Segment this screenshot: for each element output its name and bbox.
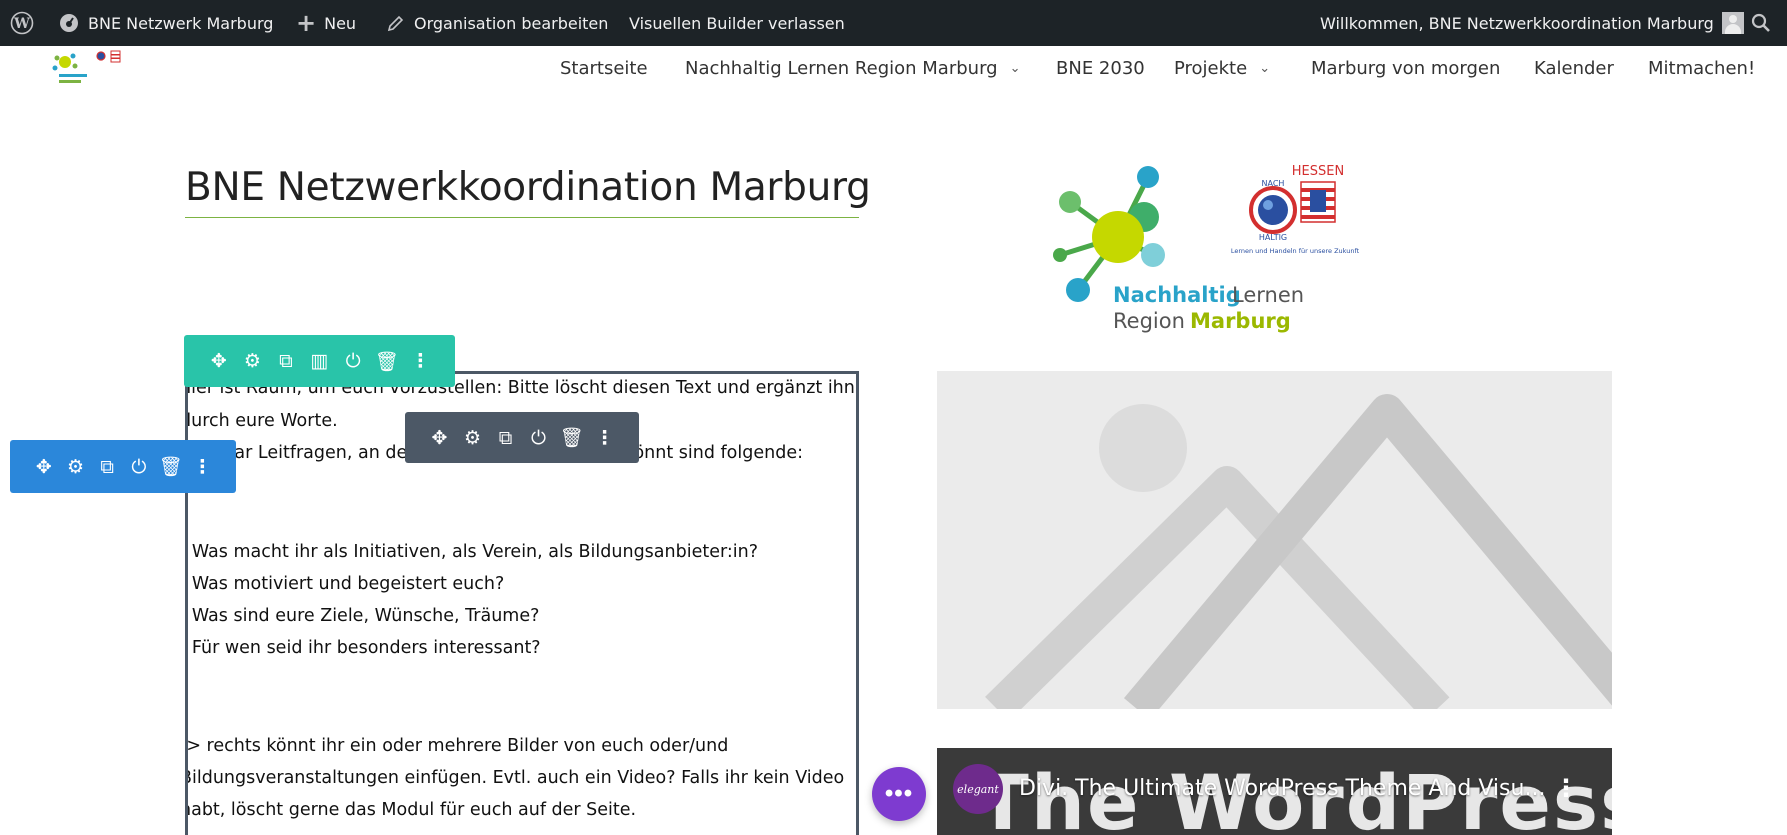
site-name-menu[interactable]: BNE Netzwerk Marburg bbox=[58, 0, 273, 46]
badge-caption: Lernen und Handeln für unsere Zukunft bbox=[1231, 247, 1360, 255]
more-vertical-icon[interactable]: ⋮ bbox=[186, 440, 218, 493]
welcome-text: Willkommen, BNE Netzwerkkoordination Mar… bbox=[1320, 13, 1714, 33]
more-vertical-icon[interactable]: ⋮ bbox=[1554, 774, 1578, 803]
new-content-menu[interactable]: + Neu bbox=[296, 0, 356, 46]
exit-visual-builder-link[interactable]: Visuellen Builder verlassen bbox=[629, 0, 845, 46]
logo-word-lernen: Lernen bbox=[1232, 283, 1304, 307]
nav-label: Kalender bbox=[1534, 57, 1614, 79]
site-logo[interactable] bbox=[45, 48, 131, 88]
badge-top-text: NACH bbox=[1262, 179, 1285, 188]
nav-label: Nachhaltig Lernen Region Marburg bbox=[685, 57, 998, 79]
image-placeholder[interactable] bbox=[937, 371, 1612, 709]
section-toolbar: ✥ ⚙ ⧉ ⏻ 🗑 ⋮ bbox=[10, 440, 236, 493]
power-icon[interactable]: ⏻ bbox=[522, 412, 555, 463]
builder-settings-button[interactable]: ••• bbox=[872, 767, 926, 821]
nav-item-projekte[interactable]: Projekte ⌄ bbox=[1174, 48, 1270, 88]
more-vertical-icon[interactable]: ⋮ bbox=[403, 335, 437, 387]
my-account-menu[interactable]: Willkommen, BNE Netzwerkkoordination Mar… bbox=[1320, 0, 1744, 46]
nav-label: BNE 2030 bbox=[1056, 57, 1145, 79]
nav-label: Projekte bbox=[1174, 57, 1248, 79]
nav-item-marburg-von-morgen[interactable]: Marburg von morgen bbox=[1311, 48, 1500, 88]
text-line: -> rechts könnt ihr ein oder mehrere Bil… bbox=[185, 736, 729, 756]
text-line: - Was sind eure Ziele, Wünsche, Träume? bbox=[185, 606, 540, 626]
page-title: BNE Netzwerkkoordination Marburg bbox=[185, 165, 871, 210]
edit-organisation-link[interactable]: Organisation bearbeiten bbox=[386, 0, 608, 46]
duplicate-icon[interactable]: ⧉ bbox=[91, 440, 123, 493]
settings-gear-icon[interactable]: ⚙ bbox=[60, 440, 92, 493]
logo-word-marburg: Marburg bbox=[1190, 309, 1291, 333]
exit-builder-label: Visuellen Builder verlassen bbox=[629, 13, 845, 33]
text-line: - Für wen seid ihr besonders interessant… bbox=[185, 638, 541, 658]
more-horizontal-icon: ••• bbox=[884, 780, 914, 807]
plus-icon: + bbox=[296, 9, 317, 37]
power-icon[interactable]: ⏻ bbox=[336, 335, 370, 387]
row-toolbar: ✥ ⚙ ⧉ ▥ ⏻ 🗑 ⋮ bbox=[184, 335, 455, 387]
chevron-down-icon: ⌄ bbox=[1259, 60, 1271, 76]
settings-gear-icon[interactable]: ⚙ bbox=[456, 412, 489, 463]
text-line: durch eure Worte. bbox=[185, 411, 338, 431]
nav-item-nachhaltig-lernen[interactable]: Nachhaltig Lernen Region Marburg ⌄ bbox=[685, 48, 1020, 88]
badge-bottom-text: HALTIG bbox=[1259, 233, 1287, 242]
admin-bar: W BNE Netzwerk Marburg + Neu Organisatio… bbox=[0, 0, 1787, 46]
power-icon[interactable]: ⏻ bbox=[123, 440, 155, 493]
columns-icon[interactable]: ▥ bbox=[303, 335, 337, 387]
nav-item-startseite[interactable]: Startseite bbox=[560, 48, 648, 88]
text-line: - Was macht ihr als Initiativen, als Ver… bbox=[185, 542, 758, 562]
nav-item-mitmachen[interactable]: Mitmachen! bbox=[1648, 48, 1755, 88]
video-channel-logo[interactable]: elegant bbox=[953, 764, 1003, 814]
channel-name: elegant bbox=[957, 782, 999, 796]
search-icon[interactable] bbox=[1750, 0, 1772, 46]
dashboard-icon bbox=[60, 14, 78, 32]
site-name-label: BNE Netzwerk Marburg bbox=[88, 13, 274, 33]
nav-label: Marburg von morgen bbox=[1311, 57, 1501, 79]
nav-item-bne-2030[interactable]: BNE 2030 bbox=[1056, 48, 1145, 88]
video-embed[interactable]: The WordPress elegant Divi. The Ultimate… bbox=[937, 748, 1612, 835]
nachhaltig-lernen-logo: Nachhaltig Lernen Region Marburg NACH HA… bbox=[1040, 162, 1380, 347]
settings-gear-icon[interactable]: ⚙ bbox=[236, 335, 270, 387]
trash-icon[interactable]: 🗑 bbox=[370, 335, 404, 387]
duplicate-icon[interactable]: ⧉ bbox=[489, 412, 522, 463]
edit-label: Organisation bearbeiten bbox=[414, 13, 609, 33]
svg-text:W: W bbox=[13, 16, 30, 32]
text-line: habt, löscht gerne das Modul für euch au… bbox=[185, 800, 637, 820]
duplicate-icon[interactable]: ⧉ bbox=[269, 335, 303, 387]
module-toolbar: ✥ ⚙ ⧉ ⏻ 🗑 ⋮ bbox=[405, 412, 639, 463]
nav-label: Startseite bbox=[560, 57, 648, 79]
text-line: Bildungsveranstaltungen einfügen. Evtl. … bbox=[185, 768, 845, 788]
wordpress-logo-icon[interactable]: W bbox=[10, 0, 34, 46]
new-label: Neu bbox=[324, 13, 357, 33]
move-icon[interactable]: ✥ bbox=[423, 412, 456, 463]
video-title[interactable]: Divi. The Ultimate WordPress Theme And V… bbox=[1019, 776, 1545, 801]
trash-icon[interactable]: 🗑 bbox=[155, 440, 187, 493]
nav-item-kalender[interactable]: Kalender bbox=[1534, 48, 1614, 88]
pencil-icon bbox=[387, 15, 404, 32]
logo-word-region: Region bbox=[1113, 309, 1185, 333]
more-vertical-icon[interactable]: ⋮ bbox=[588, 412, 621, 463]
chevron-down-icon: ⌄ bbox=[1009, 60, 1021, 76]
trash-icon[interactable]: 🗑 bbox=[555, 412, 588, 463]
title-divider bbox=[185, 217, 859, 218]
move-icon[interactable]: ✥ bbox=[28, 440, 60, 493]
move-icon[interactable]: ✥ bbox=[202, 335, 236, 387]
nav-label: Mitmachen! bbox=[1648, 57, 1756, 79]
avatar bbox=[1721, 12, 1744, 34]
text-line: - Was motiviert und begeistert euch? bbox=[185, 574, 505, 594]
logo-word-nachhaltig: Nachhaltig bbox=[1113, 283, 1241, 307]
main-navigation: Startseite Nachhaltig Lernen Region Marb… bbox=[560, 48, 1770, 88]
hessen-label: HESSEN bbox=[1292, 164, 1344, 179]
